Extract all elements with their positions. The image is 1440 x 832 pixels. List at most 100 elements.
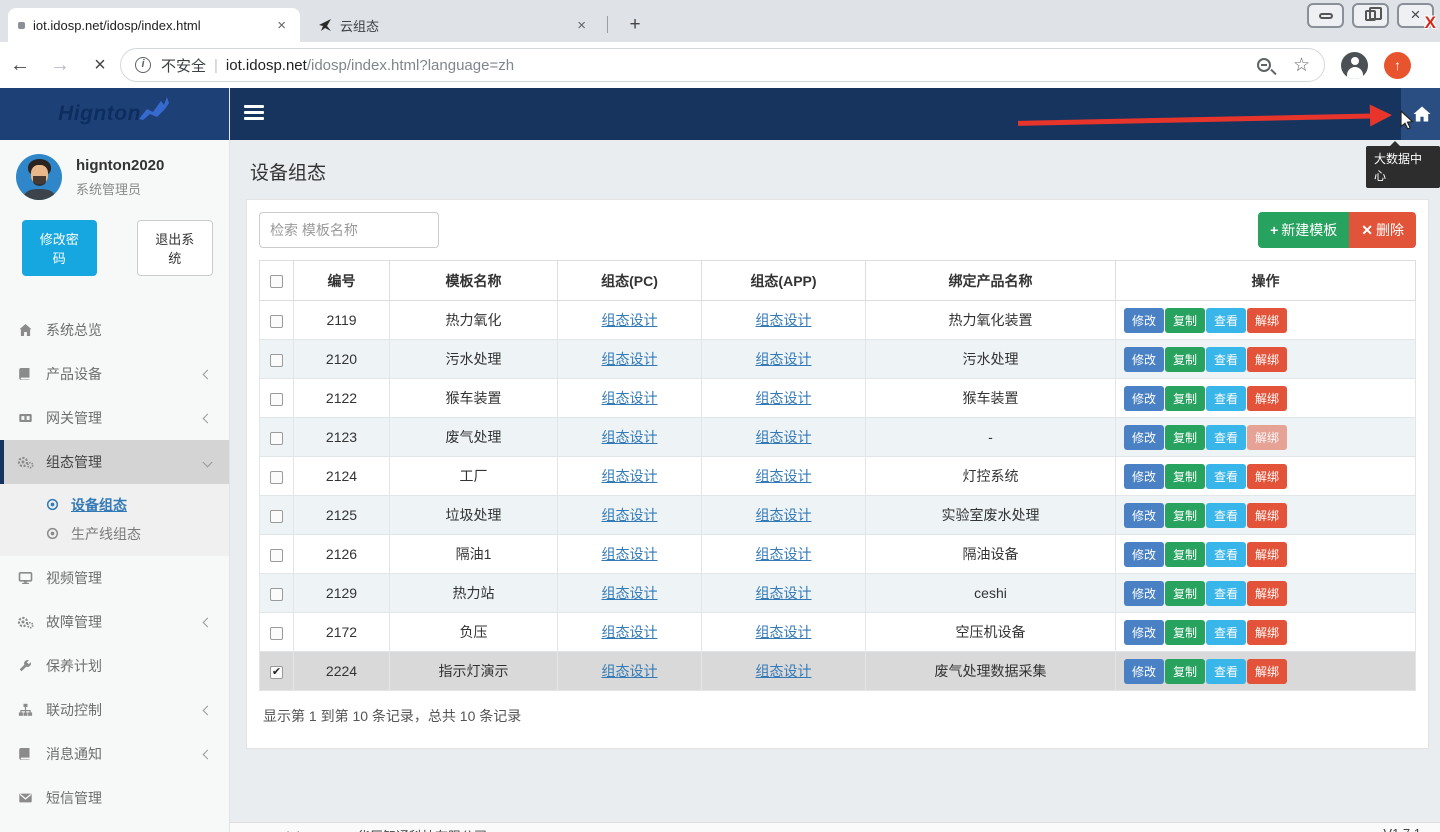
sidebar-item-config[interactable]: 组态管理: [0, 440, 229, 484]
pc-config-link[interactable]: 组态设计: [602, 624, 658, 640]
row-checkbox[interactable]: [270, 393, 283, 406]
back-button[interactable]: ←: [0, 54, 40, 77]
pc-config-link[interactable]: 组态设计: [602, 468, 658, 484]
row-checkbox[interactable]: ✔: [270, 666, 283, 679]
pc-config-link[interactable]: 组态设计: [602, 663, 658, 679]
copy-button[interactable]: 复制: [1165, 425, 1205, 450]
sidebar-item-fault[interactable]: 故障管理: [0, 600, 229, 644]
sidebar-subitem-line-config[interactable]: 生产线组态: [0, 519, 229, 548]
page-info-icon[interactable]: i: [135, 57, 151, 73]
browser-tab-1[interactable]: iot.idosp.net/idosp/index.html ×: [8, 8, 300, 42]
modify-button[interactable]: 修改: [1124, 386, 1164, 411]
pc-config-link[interactable]: 组态设计: [602, 312, 658, 328]
unbind-button[interactable]: 解绑: [1247, 581, 1287, 606]
modify-button[interactable]: 修改: [1124, 308, 1164, 333]
extension-up-arrow-icon[interactable]: ↑: [1384, 52, 1411, 79]
row-checkbox[interactable]: [270, 588, 283, 601]
new-tab-button[interactable]: +: [622, 13, 648, 39]
stop-reload-button[interactable]: ×: [80, 54, 120, 77]
address-bar[interactable]: i 不安全 | iot.idosp.net /idosp/index.html?…: [120, 48, 1325, 82]
unbind-button[interactable]: 解绑: [1247, 308, 1287, 333]
sidebar-subitem-device-config[interactable]: 设备组态: [0, 490, 229, 519]
modify-button[interactable]: 修改: [1124, 503, 1164, 528]
row-checkbox[interactable]: [270, 471, 283, 484]
view-button[interactable]: 查看: [1206, 347, 1246, 372]
view-button[interactable]: 查看: [1206, 425, 1246, 450]
modify-button[interactable]: 修改: [1124, 620, 1164, 645]
browser-profile-avatar[interactable]: [1341, 52, 1368, 79]
view-button[interactable]: 查看: [1206, 620, 1246, 645]
modify-button[interactable]: 修改: [1124, 581, 1164, 606]
copy-button[interactable]: 复制: [1165, 503, 1205, 528]
change-password-button[interactable]: 修改密码: [22, 220, 97, 276]
unbind-button[interactable]: 解绑: [1247, 503, 1287, 528]
unbind-button[interactable]: 解绑: [1247, 542, 1287, 567]
modify-button[interactable]: 修改: [1124, 347, 1164, 372]
pc-config-link[interactable]: 组态设计: [602, 351, 658, 367]
modify-button[interactable]: 修改: [1124, 425, 1164, 450]
pc-config-link[interactable]: 组态设计: [602, 429, 658, 445]
app-config-link[interactable]: 组态设计: [756, 312, 812, 328]
copy-button[interactable]: 复制: [1165, 464, 1205, 489]
forward-button[interactable]: →: [40, 54, 80, 77]
view-button[interactable]: 查看: [1206, 503, 1246, 528]
tab-close-icon[interactable]: ×: [573, 17, 590, 34]
sidebar-item-space[interactable]: 空间管理: [0, 820, 229, 832]
row-checkbox[interactable]: [270, 354, 283, 367]
pc-config-link[interactable]: 组态设计: [602, 546, 658, 562]
copy-button[interactable]: 复制: [1165, 347, 1205, 372]
select-all-checkbox[interactable]: [270, 275, 283, 288]
modify-button[interactable]: 修改: [1124, 464, 1164, 489]
app-config-link[interactable]: 组态设计: [756, 663, 812, 679]
view-button[interactable]: 查看: [1206, 542, 1246, 567]
sidebar-item-sms[interactable]: 短信管理: [0, 776, 229, 820]
app-config-link[interactable]: 组态设计: [756, 429, 812, 445]
tab-close-icon[interactable]: ×: [273, 17, 290, 34]
minimize-button[interactable]: [1307, 3, 1344, 28]
copy-button[interactable]: 复制: [1165, 542, 1205, 567]
copy-button[interactable]: 复制: [1165, 308, 1205, 333]
copy-button[interactable]: 复制: [1165, 581, 1205, 606]
app-config-link[interactable]: 组态设计: [756, 468, 812, 484]
pc-config-link[interactable]: 组态设计: [602, 507, 658, 523]
unbind-button[interactable]: 解绑: [1247, 659, 1287, 684]
zoom-out-icon[interactable]: [1257, 58, 1271, 72]
sidebar-item-gateway[interactable]: 网关管理: [0, 396, 229, 440]
view-button[interactable]: 查看: [1206, 659, 1246, 684]
bookmark-star-icon[interactable]: ☆: [1293, 54, 1310, 77]
app-config-link[interactable]: 组态设计: [756, 624, 812, 640]
modify-button[interactable]: 修改: [1124, 659, 1164, 684]
pc-config-link[interactable]: 组态设计: [602, 390, 658, 406]
copy-button[interactable]: 复制: [1165, 620, 1205, 645]
sidebar-item-linkage[interactable]: 联动控制: [0, 688, 229, 732]
unbind-button[interactable]: 解绑: [1247, 464, 1287, 489]
sidebar-item-maintenance[interactable]: 保养计划: [0, 644, 229, 688]
view-button[interactable]: 查看: [1206, 386, 1246, 411]
browser-tab-2[interactable]: 云组态 ×: [308, 8, 600, 42]
sidebar-item-system-overview[interactable]: 系统总览: [0, 308, 229, 352]
row-checkbox[interactable]: [270, 315, 283, 328]
row-checkbox[interactable]: [270, 549, 283, 562]
new-template-button[interactable]: +新建模板: [1258, 212, 1349, 248]
sidebar-item-message[interactable]: 消息通知: [0, 732, 229, 776]
sidebar-item-product-device[interactable]: 产品设备: [0, 352, 229, 396]
app-config-link[interactable]: 组态设计: [756, 585, 812, 601]
modify-button[interactable]: 修改: [1124, 542, 1164, 567]
view-button[interactable]: 查看: [1206, 464, 1246, 489]
pc-config-link[interactable]: 组态设计: [602, 585, 658, 601]
app-config-link[interactable]: 组态设计: [756, 507, 812, 523]
view-button[interactable]: 查看: [1206, 581, 1246, 606]
app-config-link[interactable]: 组态设计: [756, 351, 812, 367]
unbind-button[interactable]: 解绑: [1247, 620, 1287, 645]
row-checkbox[interactable]: [270, 627, 283, 640]
row-checkbox[interactable]: [270, 432, 283, 445]
unbind-button[interactable]: 解绑: [1247, 386, 1287, 411]
hamburger-menu-icon[interactable]: [244, 105, 264, 123]
app-config-link[interactable]: 组态设计: [756, 546, 812, 562]
copy-button[interactable]: 复制: [1165, 386, 1205, 411]
unbind-button[interactable]: 解绑: [1247, 347, 1287, 372]
app-config-link[interactable]: 组态设计: [756, 390, 812, 406]
sidebar-item-video[interactable]: 视频管理: [0, 556, 229, 600]
view-button[interactable]: 查看: [1206, 308, 1246, 333]
restore-button[interactable]: [1352, 3, 1389, 28]
